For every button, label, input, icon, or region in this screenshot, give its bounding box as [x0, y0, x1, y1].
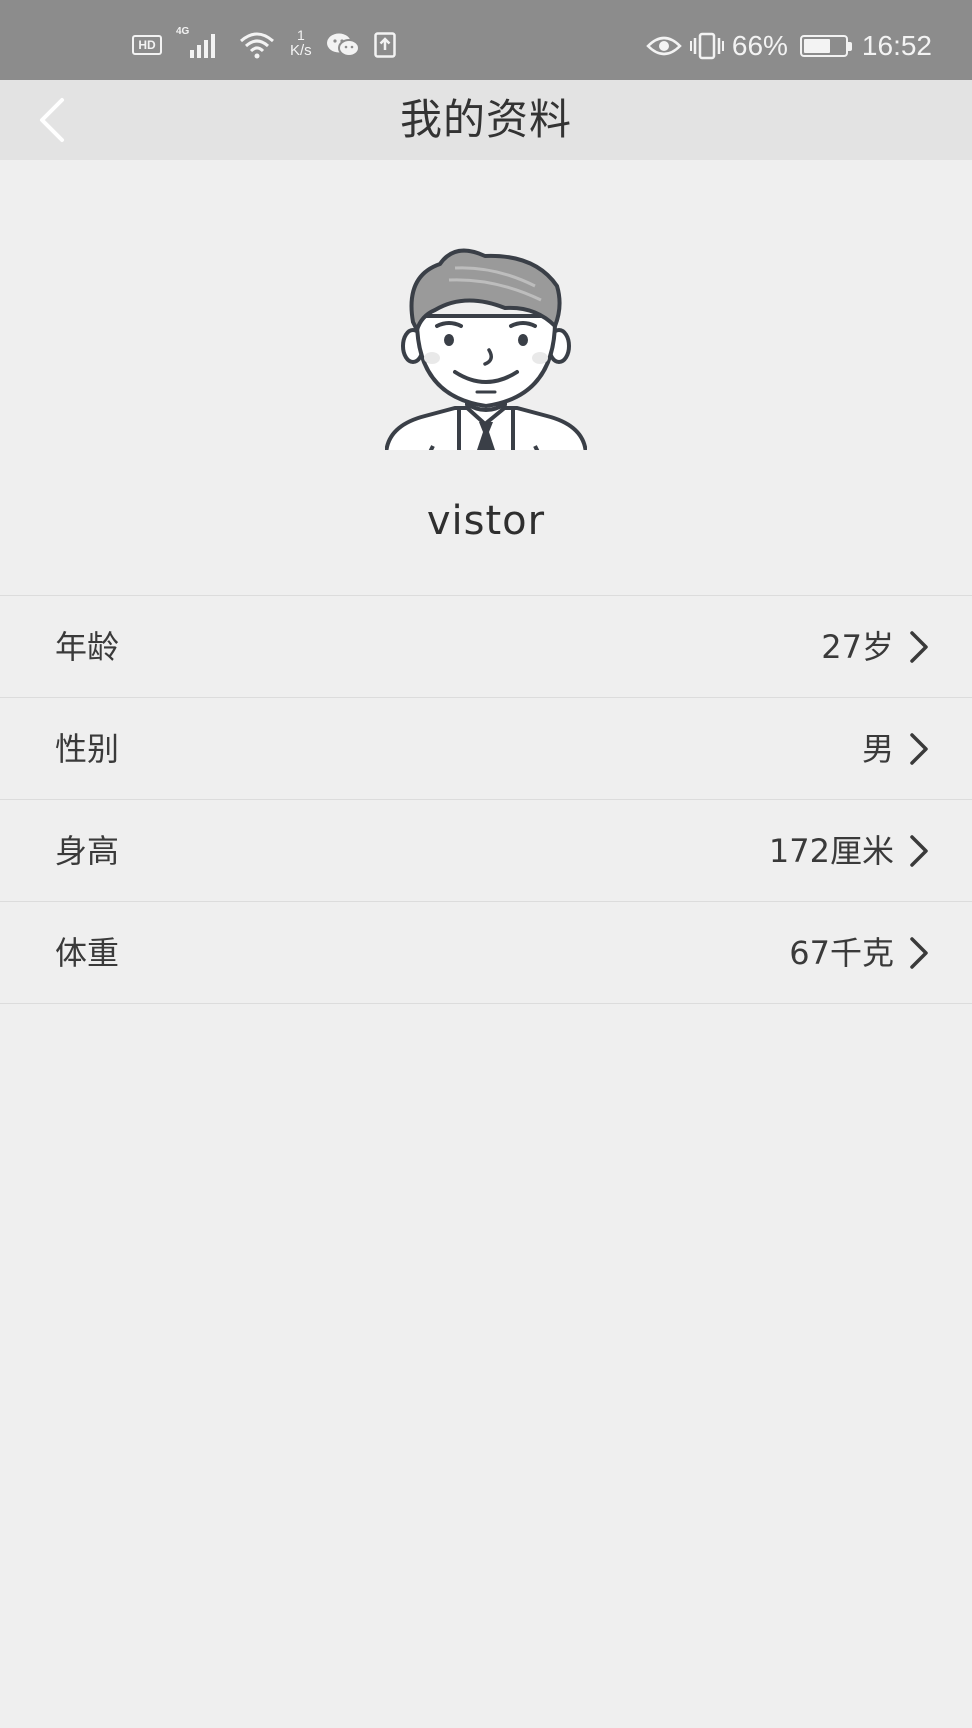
row-weight[interactable]: 体重 67千克 — [0, 902, 972, 1004]
row-label: 体重 — [55, 934, 120, 972]
row-gender[interactable]: 性别 男 — [0, 698, 972, 800]
avatar-man-icon — [383, 248, 589, 471]
vibrate-icon — [689, 32, 724, 60]
eye-icon — [646, 34, 682, 58]
row-label: 身高 — [55, 832, 120, 870]
speed-unit: K/s — [290, 42, 312, 59]
row-height[interactable]: 身高 172厘米 — [0, 800, 972, 902]
status-bar: HD 4G 1 K/s 66% 16:52 — [0, 0, 972, 80]
signal-bars — [190, 34, 215, 58]
wifi-icon — [238, 31, 276, 59]
chevron-right-icon — [910, 733, 928, 765]
network-speed: 1 K/s — [290, 27, 312, 59]
username: vistor — [426, 498, 546, 544]
avatar[interactable] — [383, 246, 589, 471]
chevron-right-icon — [910, 631, 928, 663]
battery-icon — [799, 35, 852, 57]
page-title: 我的资料 — [399, 95, 572, 144]
row-value: 172厘米 — [768, 832, 894, 870]
status-bar-right: 66% 16:52 — [646, 30, 932, 62]
network-type-label: 4G — [176, 26, 190, 37]
signal-icon: 4G — [176, 26, 224, 60]
hd-icon: HD — [132, 35, 162, 55]
battery-percent: 66% — [731, 30, 788, 61]
row-label: 年龄 — [55, 628, 120, 666]
row-value: 27岁 — [821, 628, 894, 666]
row-label: 性别 — [55, 730, 120, 768]
info-list: 年龄 27岁 性别 男 身高 172厘米 体重 67千克 — [0, 595, 972, 1004]
row-value: 67千克 — [789, 934, 894, 972]
chevron-right-icon — [910, 835, 928, 867]
speed-value: 1 — [296, 27, 305, 43]
row-age[interactable]: 年龄 27岁 — [0, 596, 972, 698]
row-value: 男 — [861, 730, 894, 768]
chevron-right-icon — [910, 937, 928, 969]
status-bar-left: HD 4G 1 K/s — [132, 26, 396, 60]
profile-section: vistor — [0, 160, 972, 595]
nav-bar: 我的资料 — [0, 80, 972, 160]
upload-icon — [373, 32, 396, 58]
status-time: 16:52 — [861, 30, 932, 61]
wechat-icon — [326, 32, 360, 58]
